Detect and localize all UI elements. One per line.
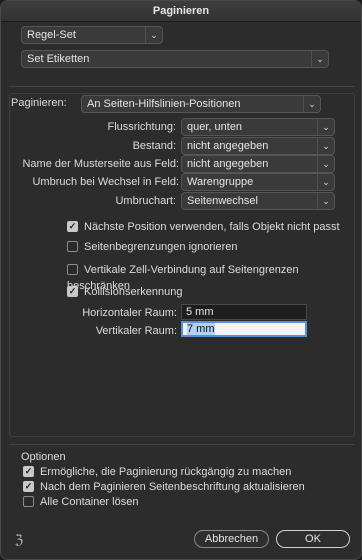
seitenbeschriftung-checkbox[interactable]: ✓ Nach dem Paginieren Seitenbeschriftung …	[23, 479, 305, 495]
horizontal-raum-label: Horizontaler Raum:	[82, 307, 177, 319]
checkbox-box[interactable]	[67, 240, 78, 252]
vertikale-zell-checkbox[interactable]: Vertikale Zell-Verbindung auf Seitengren…	[67, 262, 361, 292]
window-title: Paginieren	[1, 1, 361, 22]
bestand-select[interactable]: nicht angegeben ⌄	[181, 137, 335, 155]
checkbox-box[interactable]	[23, 495, 34, 507]
container-loesen-checkbox[interactable]: Alle Container lösen	[23, 494, 138, 510]
umbruch-wechsel-select[interactable]: Warengruppe ⌄	[181, 173, 335, 191]
ok-button[interactable]: OK	[276, 530, 350, 548]
chevron-down-icon: ⌄	[317, 119, 334, 135]
horizontal-raum-input[interactable]: 5 mm	[181, 304, 307, 320]
checkbox-label: Kollisionserkennung	[84, 286, 183, 299]
seitenbegrenzungen-checkbox[interactable]: Seitenbegrenzungen ignorieren	[67, 239, 238, 255]
vertikal-raum-input[interactable]: 7 mm	[181, 321, 307, 337]
umbruch-wechsel-value: Warengruppe	[187, 176, 254, 188]
checkbox-box[interactable]	[67, 263, 78, 275]
flussrichtung-label: Flussrichtung:	[107, 121, 176, 133]
umbruchart-value: Seitenwechsel	[187, 195, 258, 207]
checkmark-icon[interactable]: ✓	[67, 285, 78, 297]
chevron-down-icon: ⌄	[317, 156, 334, 172]
etiketten-select-value: Set Etiketten	[27, 53, 90, 65]
undo-checkbox[interactable]: ✓ Ermögliche, die Paginierung rückgängig …	[23, 464, 291, 480]
cancel-button[interactable]: Abbrechen	[194, 530, 269, 548]
musterseite-select[interactable]: nicht angegeben ⌄	[181, 155, 335, 173]
umbruch-wechsel-label: Umbruch bei Wechsel in Feld:	[32, 176, 179, 188]
musterseite-value: nicht angegeben	[187, 158, 269, 170]
etiketten-select[interactable]: Set Etiketten ⌄	[21, 50, 329, 68]
checkbox-label: Alle Container lösen	[40, 496, 139, 509]
kollisionserkennung-checkbox[interactable]: ✓ Kollisionserkennung	[67, 284, 182, 300]
umbruchart-select[interactable]: Seitenwechsel ⌄	[181, 192, 335, 210]
ruleset-select[interactable]: Regel-Set ⌄	[21, 26, 163, 44]
umbruchart-label: Umbruchart:	[115, 195, 176, 207]
bestand-label: Bestand:	[132, 140, 176, 152]
naechste-position-checkbox[interactable]: ✓ Nächste Position verwenden, falls Objek…	[67, 219, 340, 235]
chevron-down-icon: ⌄	[311, 51, 328, 67]
chevron-down-icon: ⌄	[317, 174, 334, 190]
paginieren-select-value: An Seiten-Hilfslinien-Positionen	[87, 98, 241, 110]
paginieren-select[interactable]: An Seiten-Hilfslinien-Positionen ⌄	[81, 95, 321, 113]
checkbox-label: Nächste Position verwenden, falls Objekt…	[84, 221, 340, 234]
paginieren-label: Paginieren:	[11, 97, 67, 109]
chevron-down-icon: ⌄	[317, 193, 334, 209]
divider	[9, 86, 355, 87]
checkmark-icon[interactable]: ✓	[67, 220, 78, 232]
chevron-down-icon: ⌄	[303, 96, 320, 112]
flussrichtung-select[interactable]: quer, unten ⌄	[181, 118, 335, 136]
optionen-title: Optionen	[21, 451, 66, 463]
musterseite-label: Name der Musterseite aus Feld:	[22, 158, 179, 170]
divider	[9, 444, 355, 445]
logo-icon: ℨ	[15, 533, 24, 548]
chevron-down-icon: ⌄	[145, 27, 162, 43]
checkbox-label: Seitenbegrenzungen ignorieren	[84, 241, 238, 254]
checkmark-icon[interactable]: ✓	[23, 465, 34, 477]
checkbox-label: Ermögliche, die Paginierung rückgängig z…	[40, 466, 292, 479]
chevron-down-icon: ⌄	[317, 138, 334, 154]
bestand-value: nicht angegeben	[187, 140, 269, 152]
ruleset-select-value: Regel-Set	[27, 29, 76, 41]
vertikal-raum-value: 7 mm	[187, 323, 215, 335]
vertikal-raum-label: Vertikaler Raum:	[95, 325, 177, 337]
checkmark-icon[interactable]: ✓	[23, 480, 34, 492]
flussrichtung-value: quer, unten	[187, 121, 243, 133]
checkbox-label: Nach dem Paginieren Seitenbeschriftung a…	[40, 481, 305, 494]
paginieren-dialog: Paginieren Regel-Set ⌄ Set Etiketten ⌄ P…	[0, 0, 362, 560]
